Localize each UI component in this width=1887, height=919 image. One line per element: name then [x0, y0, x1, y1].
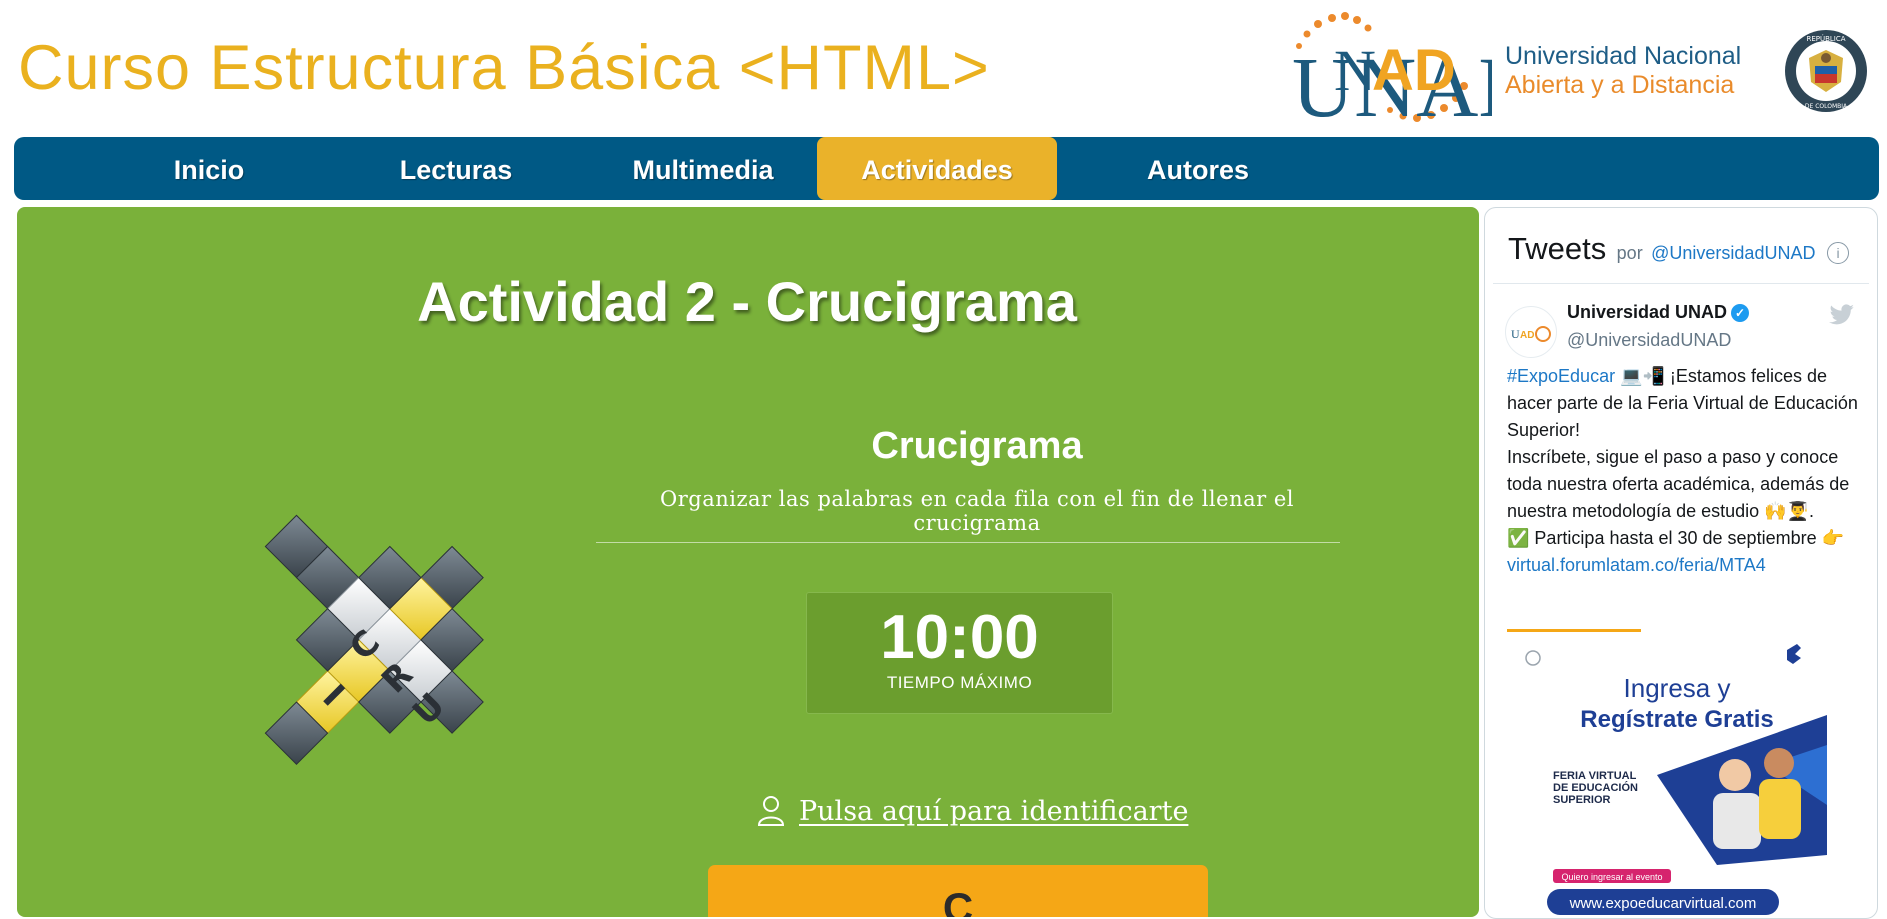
- nav-item-lecturas[interactable]: Lecturas: [336, 137, 576, 200]
- tweet-text: #ExpoEducar 💻📲 ¡Estamos felices de hacer…: [1507, 363, 1867, 579]
- tweet-emoji: 🙌👨‍🎓: [1764, 501, 1810, 521]
- tweet-text-line3: Participa hasta el 30 de septiembre: [1534, 528, 1822, 548]
- divider: [1493, 283, 1869, 284]
- timer-box: 10:00 TIEMPO MÁXIMO: [806, 592, 1113, 714]
- login-link-text: Pulsa aquí para identificarte: [799, 795, 1189, 827]
- tweet-link[interactable]: virtual.forumlatam.co/feria/MTA4: [1507, 555, 1766, 575]
- tweet-hashtag[interactable]: #ExpoEducar: [1507, 366, 1615, 386]
- game-title: Crucigrama: [871, 425, 1083, 467]
- twitter-by: por: [1616, 243, 1643, 263]
- verified-icon: ✓: [1731, 304, 1750, 322]
- svg-text:AD: AD: [1520, 330, 1534, 341]
- svg-text:FERIA VIRTUAL: FERIA VIRTUAL: [1553, 770, 1637, 782]
- colombia-seal: REPÚBLICA DE COLOMBIA: [1785, 30, 1867, 112]
- unad-avatar-icon: U AD: [1511, 326, 1551, 342]
- tweet-author-name[interactable]: Universidad UNAD ✓: [1567, 302, 1750, 323]
- tweet-emoji: 💻📲: [1620, 366, 1665, 386]
- twitter-bird-icon[interactable]: [1829, 304, 1855, 326]
- info-icon[interactable]: i: [1827, 242, 1849, 264]
- login-link[interactable]: Pulsa aquí para identificarte: [757, 795, 1188, 827]
- tweet-author-handle[interactable]: @UniversidadUNAD: [1567, 330, 1731, 351]
- tweet-media[interactable]: Ingresa y Regístrate Gratis FERIA VIRTUA…: [1507, 625, 1851, 919]
- tweet-author-name-text: Universidad UNAD: [1567, 302, 1728, 322]
- divider: [596, 542, 1340, 543]
- svg-text:www.expoeducarvirtual.com: www.expoeducarvirtual.com: [1569, 895, 1757, 912]
- pointing-icon: 👉: [1821, 528, 1845, 548]
- svg-text:Ingresa y: Ingresa y: [1624, 673, 1731, 703]
- nav-item-actividades[interactable]: Actividades: [817, 137, 1057, 200]
- site-title: Curso Estructura Básica <HTML>: [18, 33, 990, 103]
- twitter-handle-link[interactable]: @UniversidadUNAD: [1651, 243, 1815, 263]
- svg-text:U: U: [1511, 327, 1520, 341]
- nav-item-multimedia[interactable]: Multimedia: [583, 137, 823, 200]
- main-nav: Inicio Lecturas Multimedia Actividades A…: [14, 137, 1879, 200]
- twitter-header: Tweets por @UniversidadUNAD: [1508, 231, 1815, 267]
- tweet-text-period: .: [1809, 501, 1815, 521]
- start-button[interactable]: C: [708, 865, 1208, 917]
- svg-text:AD: AD: [1372, 38, 1456, 103]
- university-name: Universidad Nacional Abierta y a Distanc…: [1505, 42, 1741, 100]
- unad-logo: UNAD N AD: [1292, 12, 1492, 130]
- activity-title: Actividad 2 - Crucigrama: [417, 270, 1077, 333]
- crossword-illustration: C R U I: [264, 514, 484, 765]
- svg-text:REPÚBLICA: REPÚBLICA: [1806, 34, 1845, 43]
- nav-item-autores[interactable]: Autores: [1078, 137, 1318, 200]
- avatar[interactable]: U AD: [1505, 306, 1557, 358]
- svg-text:DE EDUCACIÓN: DE EDUCACIÓN: [1553, 781, 1638, 794]
- nav-item-inicio[interactable]: Inicio: [89, 137, 329, 200]
- twitter-timeline: Tweets por @UniversidadUNAD i U AD Unive…: [1484, 207, 1878, 919]
- twitter-heading: Tweets: [1508, 231, 1607, 266]
- university-line1: Universidad Nacional: [1505, 42, 1742, 70]
- svg-text:DE COLOMBIA: DE COLOMBIA: [1805, 103, 1848, 110]
- check-icon: ✅: [1507, 528, 1535, 548]
- timer-value: 10:00: [880, 603, 1039, 672]
- svg-text:Quiero ingresar al evento: Quiero ingresar al evento: [1561, 872, 1662, 882]
- timer-label: TIEMPO MÁXIMO: [886, 673, 1033, 692]
- university-line2: Abierta y a Distancia: [1505, 71, 1735, 99]
- svg-text:SUPERIOR: SUPERIOR: [1553, 794, 1611, 806]
- svg-text:Regístrate Gratis: Regístrate Gratis: [1580, 706, 1773, 733]
- activity-panel: Actividad 2 - Crucigrama C R U I Crucigr…: [17, 207, 1479, 917]
- user-icon: [757, 796, 785, 826]
- svg-text:N: N: [1334, 38, 1376, 103]
- game-description: Organizar las palabras en cada fila con …: [660, 487, 1294, 535]
